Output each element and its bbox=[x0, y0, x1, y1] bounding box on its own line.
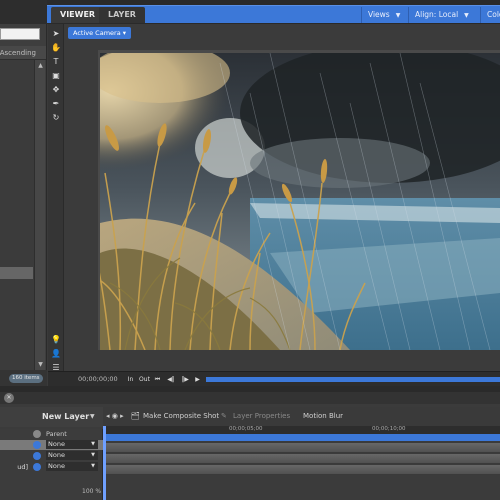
set-in-button[interactable]: In bbox=[126, 374, 135, 385]
parent-column-label: Parent bbox=[46, 430, 67, 438]
align-dropdown-label: Align: Local bbox=[415, 10, 459, 19]
media-search-input[interactable] bbox=[0, 28, 40, 40]
ruler-label: 00;00;05;00 bbox=[229, 426, 263, 432]
parent-select-value: None bbox=[48, 462, 65, 470]
close-icon[interactable]: ✕ bbox=[4, 393, 14, 403]
new-layer-header[interactable]: New Layer ▼ bbox=[0, 407, 103, 427]
tab-strip: VIEWER LAYER Views ▼ Align: Local ▼ Colo bbox=[47, 5, 500, 23]
active-camera-label: Active Camera bbox=[73, 29, 121, 37]
views-dropdown[interactable]: Views ▼ bbox=[361, 7, 406, 23]
views-dropdown-label: Views bbox=[368, 10, 390, 19]
step-forward-icon[interactable]: ‖▶ bbox=[179, 374, 191, 385]
color-dropdown[interactable]: Colo bbox=[480, 7, 500, 23]
scrubber-fill bbox=[206, 377, 500, 382]
select-arrow-icon[interactable]: ➤ bbox=[50, 28, 62, 40]
pen-icon[interactable]: ✒ bbox=[50, 98, 62, 110]
layer-type-icon bbox=[33, 463, 41, 471]
viewer-tools: ➤ ✋ T ▣ ✥ ✒ ↻ 💡 👤 ☰ bbox=[48, 24, 64, 386]
parent-select-value: None bbox=[48, 440, 65, 448]
eye-icon[interactable]: ◂ ◉ ▸ bbox=[106, 412, 124, 420]
media-panel-footer: 160 items bbox=[0, 370, 47, 386]
parent-select[interactable]: None ▼ bbox=[46, 462, 98, 471]
crop-icon[interactable]: ▣ bbox=[50, 70, 62, 82]
playback-scrubber[interactable] bbox=[206, 377, 500, 382]
step-back-icon[interactable]: ◀‖ bbox=[165, 374, 177, 385]
parent-select-value: None bbox=[48, 451, 65, 459]
active-camera-dropdown[interactable]: Active Camera ▾ bbox=[68, 27, 132, 39]
media-panel-header bbox=[0, 0, 47, 24]
go-to-start-icon[interactable]: ⏮ bbox=[153, 374, 162, 385]
layer-name: ud] bbox=[17, 463, 28, 471]
layer-type-icon bbox=[33, 452, 41, 460]
current-timecode: 00;00;00;00 bbox=[78, 375, 118, 383]
viewer-tab-bar: VIEWER LAYER Views ▼ Align: Local ▼ Colo bbox=[47, 0, 500, 24]
timeline-toolbar: ◂ ◉ ▸ 🗂 Make Composite Shot ✎ Layer Prop… bbox=[103, 407, 500, 427]
layer-row[interactable]: None ▼ bbox=[0, 451, 103, 461]
chevron-down-icon: ▼ bbox=[464, 12, 469, 19]
composite-icon: 🗂 bbox=[131, 412, 140, 420]
chevron-down-icon: ▼ bbox=[91, 463, 95, 469]
globe-icon bbox=[33, 430, 41, 438]
transform-icon[interactable]: ✥ bbox=[50, 84, 62, 96]
viewer-canvas[interactable] bbox=[98, 50, 500, 350]
motion-blur-button[interactable]: Motion Blur bbox=[303, 412, 343, 420]
color-dropdown-label: Colo bbox=[487, 10, 500, 19]
timeline-panel: ✕ New Layer ▼ ◂ ◉ ▸ 🗂 Make Composite Sho… bbox=[0, 392, 500, 500]
layer-properties-icon: ✎ bbox=[221, 412, 227, 420]
layer-track[interactable] bbox=[103, 443, 500, 453]
play-icon[interactable]: ▶ bbox=[193, 374, 202, 385]
scroll-up-icon[interactable]: ▲ bbox=[35, 61, 46, 70]
layer-header-row: Parent bbox=[0, 429, 103, 439]
zoom-level: 100 % bbox=[82, 488, 102, 495]
scroll-down-icon[interactable]: ▼ bbox=[35, 360, 46, 369]
media-list bbox=[0, 60, 34, 370]
hand-icon[interactable]: ✋ bbox=[50, 42, 62, 54]
rotate-icon[interactable]: ↻ bbox=[50, 112, 62, 124]
list-item-selected[interactable] bbox=[0, 267, 33, 279]
items-count-badge: 160 items bbox=[9, 374, 43, 383]
playhead[interactable] bbox=[103, 426, 106, 500]
layer-type-icon bbox=[33, 441, 41, 449]
chevron-down-icon: ▼ bbox=[395, 12, 401, 19]
ruler-label: 00;00;10;00 bbox=[372, 426, 406, 432]
tab-layer[interactable]: LAYER bbox=[99, 7, 145, 23]
parent-select[interactable]: None ▼ bbox=[46, 440, 98, 449]
align-dropdown[interactable]: Align: Local ▼ bbox=[408, 7, 475, 23]
chevron-down-icon: ▼ bbox=[91, 452, 95, 458]
sort-order-label: Ascending bbox=[0, 49, 36, 57]
new-layer-button[interactable]: New Layer bbox=[42, 412, 89, 421]
viewer-panel: ➤ ✋ T ▣ ✥ ✒ ↻ 💡 👤 ☰ Active Camera ▾ 00;0… bbox=[48, 24, 500, 386]
composite-preview-image bbox=[100, 53, 500, 350]
sort-header[interactable]: Ascending bbox=[0, 46, 46, 60]
chevron-down-icon: ▾ bbox=[122, 29, 127, 37]
light-bulb-icon[interactable]: 💡 bbox=[50, 334, 62, 346]
make-composite-shot-button[interactable]: Make Composite Shot bbox=[143, 412, 219, 420]
text-tool-icon[interactable]: T bbox=[50, 56, 62, 68]
media-list-scrollbar[interactable]: ▲ ▼ bbox=[34, 60, 45, 370]
transport-bar: 00;00;00;00 In Out ⏮ ◀‖ ‖▶ ▶ bbox=[48, 371, 500, 386]
tab-viewer[interactable]: VIEWER bbox=[51, 7, 105, 23]
person-icon[interactable]: 👤 bbox=[50, 348, 62, 360]
media-panel: Ascending ▲ ▼ 160 items bbox=[0, 0, 47, 386]
set-out-button[interactable]: Out bbox=[139, 374, 150, 385]
layer-track[interactable] bbox=[103, 454, 500, 464]
parent-select[interactable]: None ▼ bbox=[46, 451, 98, 460]
chevron-down-icon: ▼ bbox=[91, 441, 95, 447]
layer-properties-button[interactable]: Layer Properties bbox=[233, 412, 290, 420]
timeline-ruler[interactable]: 00;00;05;00 00;00;10;00 bbox=[103, 426, 500, 434]
work-area-bar[interactable] bbox=[103, 434, 500, 441]
layer-row[interactable]: None ▼ bbox=[0, 440, 103, 450]
layer-track[interactable] bbox=[103, 465, 500, 475]
layer-row[interactable]: ud] None ▼ bbox=[0, 462, 103, 472]
chevron-down-icon[interactable]: ▼ bbox=[90, 413, 95, 420]
timeline-tab-bar: ✕ bbox=[0, 392, 500, 404]
